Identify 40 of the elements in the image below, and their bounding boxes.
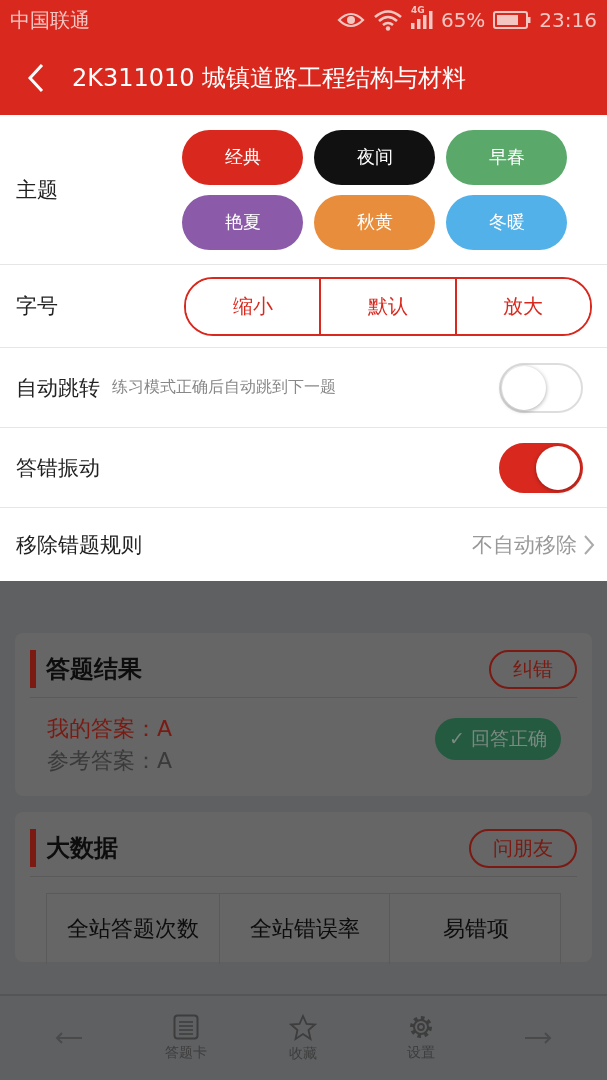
theme-button[interactable]: 冬暖 — [446, 194, 567, 250]
eye-icon — [336, 10, 365, 30]
clock: 23:16 — [539, 8, 597, 32]
theme-button[interactable]: 秋黄 — [314, 194, 435, 250]
setting-label: 字号 — [16, 293, 58, 320]
settings-icon[interactable] — [407, 1014, 434, 1040]
signal-icon — [410, 11, 433, 29]
card-title: 答题结果 — [46, 654, 142, 685]
font-size-option[interactable]: 放大 — [454, 278, 590, 334]
toggle-switch[interactable] — [499, 442, 583, 493]
battery-percent: 65% — [440, 8, 486, 32]
chevron-icon — [583, 533, 595, 556]
correct-badge: ✓ 回答正确 — [435, 718, 561, 760]
report-error-button[interactable]: 纠错 — [489, 649, 577, 689]
setting-label: 主题 — [16, 176, 58, 204]
network-type: 4G — [410, 5, 425, 15]
page-title: 2K311010 城镇道路工程结构与材料 — [72, 62, 467, 94]
table-header-cell: 易错项 — [389, 894, 561, 964]
wifi-icon — [372, 9, 403, 31]
setting-value[interactable]: 不自动移除 — [472, 530, 577, 559]
carrier-name: 中国联通 — [10, 6, 90, 34]
setting-label: 答错振动 — [16, 454, 100, 482]
setting-label: 自动跳转 — [16, 374, 100, 402]
list-icon[interactable] — [173, 1014, 200, 1040]
my-answer: 我的答案：A — [47, 715, 173, 743]
table-header-cell-text: 全站答题次数 — [66, 915, 200, 943]
ask-friend-button[interactable]: 问朋友 — [469, 828, 577, 868]
table-header-cell: 全站错误率 — [219, 894, 389, 964]
theme-button[interactable]: 夜间 — [314, 129, 435, 185]
theme-button[interactable]: 经典 — [182, 129, 303, 185]
theme-button[interactable]: 艳夏 — [182, 194, 303, 250]
theme-button[interactable]: 早春 — [446, 129, 567, 185]
battery-icon — [493, 11, 532, 29]
arrow-icon[interactable] — [54, 1032, 83, 1044]
setting-hint: 练习模式正确后自动跳到下一题 — [112, 377, 337, 398]
back-icon[interactable] — [26, 62, 46, 93]
card-title: 大数据 — [46, 833, 118, 864]
setting-label: 移除错题规则 — [16, 531, 142, 559]
arrow-icon[interactable] — [524, 1032, 553, 1044]
star-icon[interactable] — [289, 1013, 318, 1041]
